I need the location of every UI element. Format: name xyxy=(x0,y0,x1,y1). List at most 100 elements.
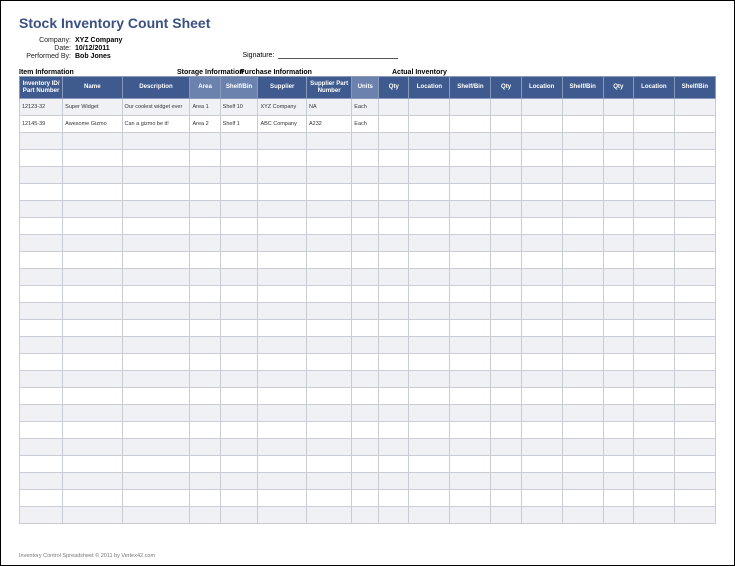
cell-qty1 xyxy=(379,99,409,116)
col-qty2: Qty xyxy=(491,77,521,99)
cell-sb3 xyxy=(674,286,715,303)
cell-units: Each xyxy=(352,99,379,116)
cell-units xyxy=(352,507,379,524)
cell-qty3 xyxy=(603,286,633,303)
cell-spart xyxy=(306,133,351,150)
cell-qty3 xyxy=(603,116,633,133)
cell-sb2 xyxy=(562,439,603,456)
cell-sb2 xyxy=(562,422,603,439)
table-row xyxy=(20,422,716,439)
cell-loc1 xyxy=(409,269,450,286)
cell-units xyxy=(352,354,379,371)
cell-loc3 xyxy=(633,201,674,218)
cell-sb3 xyxy=(674,235,715,252)
cell-loc2 xyxy=(521,303,562,320)
cell-sb3 xyxy=(674,252,715,269)
cell-name xyxy=(63,422,122,439)
cell-sb1 xyxy=(450,286,491,303)
cell-qty1 xyxy=(379,439,409,456)
table-row xyxy=(20,473,716,490)
cell-inv xyxy=(20,235,63,252)
cell-sb1 xyxy=(450,116,491,133)
table-row xyxy=(20,252,716,269)
cell-sb2 xyxy=(562,320,603,337)
cell-supplier xyxy=(258,150,307,167)
cell-sb1 xyxy=(450,354,491,371)
cell-qty1 xyxy=(379,456,409,473)
cell-loc2 xyxy=(521,269,562,286)
cell-sb1 xyxy=(450,99,491,116)
cell-qty2 xyxy=(491,320,521,337)
cell-sb1 xyxy=(450,201,491,218)
cell-spart xyxy=(306,252,351,269)
group-storage: Storage Information xyxy=(177,69,240,76)
cell-name xyxy=(63,439,122,456)
cell-qty3 xyxy=(603,303,633,320)
cell-inv xyxy=(20,167,63,184)
cell-loc1 xyxy=(409,252,450,269)
cell-shelf xyxy=(220,405,258,422)
cell-sb3 xyxy=(674,201,715,218)
cell-inv xyxy=(20,303,63,320)
cell-loc2 xyxy=(521,116,562,133)
cell-inv xyxy=(20,133,63,150)
cell-name xyxy=(63,371,122,388)
cell-units xyxy=(352,422,379,439)
cell-inv xyxy=(20,320,63,337)
cell-inv xyxy=(20,388,63,405)
cell-sb1 xyxy=(450,456,491,473)
cell-supplier xyxy=(258,218,307,235)
cell-qty3 xyxy=(603,439,633,456)
group-actual: Actual Inventory xyxy=(392,69,447,76)
cell-loc3 xyxy=(633,439,674,456)
cell-shelf xyxy=(220,337,258,354)
cell-loc2 xyxy=(521,218,562,235)
cell-inv xyxy=(20,371,63,388)
cell-desc xyxy=(122,320,190,337)
cell-loc1 xyxy=(409,456,450,473)
cell-loc2 xyxy=(521,184,562,201)
col-spart: Supplier PartNumber xyxy=(306,77,351,99)
group-header-row: Item Information Storage Information Pur… xyxy=(19,69,716,76)
cell-loc1 xyxy=(409,473,450,490)
cell-qty1 xyxy=(379,252,409,269)
cell-qty2 xyxy=(491,116,521,133)
cell-shelf xyxy=(220,507,258,524)
cell-desc xyxy=(122,422,190,439)
cell-qty2 xyxy=(491,490,521,507)
cell-sb1 xyxy=(450,405,491,422)
cell-units xyxy=(352,388,379,405)
date-label: Date: xyxy=(19,45,75,52)
cell-inv: 12145-39 xyxy=(20,116,63,133)
table-row xyxy=(20,371,716,388)
cell-desc xyxy=(122,337,190,354)
cell-sb2 xyxy=(562,269,603,286)
cell-loc1 xyxy=(409,320,450,337)
cell-supplier xyxy=(258,422,307,439)
cell-sb3 xyxy=(674,354,715,371)
cell-desc xyxy=(122,456,190,473)
cell-sb1 xyxy=(450,422,491,439)
cell-loc2 xyxy=(521,473,562,490)
table-row: 12123-32Super WidgetOur coolest widget e… xyxy=(20,99,716,116)
cell-sb2 xyxy=(562,99,603,116)
cell-area xyxy=(190,269,220,286)
table-row: 12145-39Awesome GizmoCan a gizmo be it!A… xyxy=(20,116,716,133)
cell-sb1 xyxy=(450,473,491,490)
col-area: Area xyxy=(190,77,220,99)
cell-qty3 xyxy=(603,388,633,405)
cell-sb3 xyxy=(674,388,715,405)
cell-loc1 xyxy=(409,388,450,405)
cell-desc xyxy=(122,490,190,507)
cell-shelf xyxy=(220,473,258,490)
cell-spart xyxy=(306,473,351,490)
col-loc1: Location xyxy=(409,77,450,99)
cell-supplier xyxy=(258,184,307,201)
cell-sb2 xyxy=(562,303,603,320)
cell-loc3 xyxy=(633,473,674,490)
cell-sb1 xyxy=(450,337,491,354)
cell-supplier xyxy=(258,371,307,388)
cell-shelf xyxy=(220,252,258,269)
cell-supplier xyxy=(258,405,307,422)
cell-units xyxy=(352,337,379,354)
